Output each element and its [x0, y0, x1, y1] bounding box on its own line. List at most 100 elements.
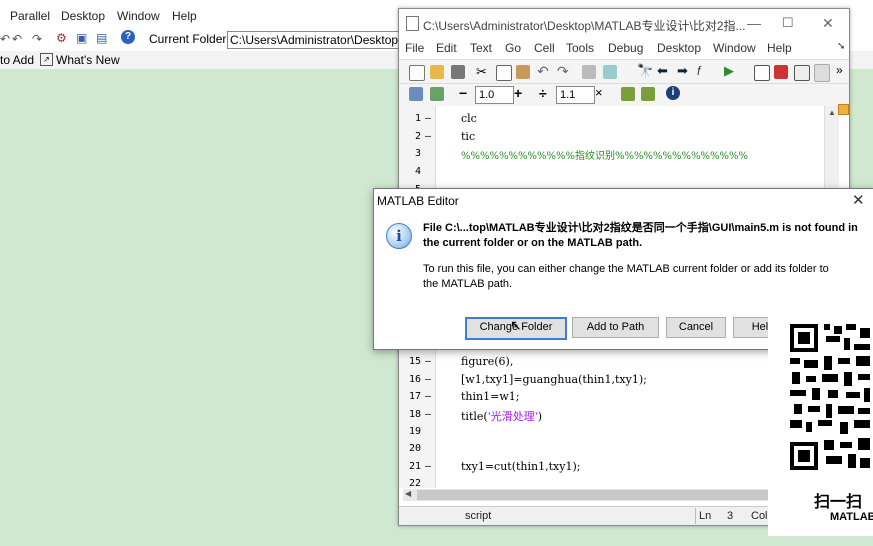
step-icon[interactable] [794, 65, 810, 81]
editor-file-icon [406, 16, 419, 31]
dialog-close-icon[interactable]: ✕ [852, 191, 865, 209]
qr-code-icon [788, 322, 872, 472]
copy-icon[interactable] [496, 65, 512, 81]
simulink-icon[interactable]: ⚙ [56, 31, 67, 45]
mouse-cursor-icon: ↖ [510, 317, 522, 333]
undo-icon-editor[interactable]: ↶ [537, 63, 551, 79]
code-line: thin1=w1; [461, 390, 520, 403]
editor-title: C:\Users\Administrator\Desktop\MATLAB专业设… [423, 19, 746, 33]
code-line: clc [461, 112, 477, 125]
cancel-button[interactable]: Cancel [666, 317, 726, 338]
minimize-icon[interactable]: — [747, 15, 761, 31]
horizontal-scroll-thumb[interactable] [417, 490, 787, 500]
cut-icon[interactable]: ✂ [476, 64, 490, 79]
new-file-icon[interactable] [409, 65, 425, 81]
shortcut-how-to-add[interactable]: to Add [0, 53, 34, 67]
line-dash: — [425, 131, 432, 142]
line-number: 17 [408, 391, 421, 402]
whats-new-icon: ↗ [40, 53, 53, 66]
profiler-icon[interactable]: ▤ [96, 31, 107, 45]
divide-icon[interactable]: ÷ [539, 85, 553, 101]
print-icon[interactable] [582, 65, 596, 79]
line-number: 4 [414, 166, 421, 177]
eval-advance-icon[interactable] [641, 87, 655, 101]
redo-icon-editor[interactable]: ↷ [557, 63, 571, 79]
code-line: tic [461, 130, 476, 143]
cell-decrement-input[interactable]: 1.0 [475, 86, 514, 104]
info-icon[interactable]: i [666, 86, 680, 100]
more-icon[interactable]: » [836, 63, 850, 77]
menu-cell[interactable]: Cell [534, 41, 555, 55]
guide-icon[interactable]: ▣ [76, 31, 87, 45]
line-number: 15 [408, 356, 421, 367]
menu-edit[interactable]: Edit [436, 41, 457, 55]
menu-desktop[interactable]: Desktop [61, 9, 105, 23]
menu-help[interactable]: Help [172, 9, 197, 23]
decrement-icon[interactable]: − [459, 85, 473, 101]
line-number: 16 [408, 374, 421, 385]
cell-increment-input[interactable]: 1.1 [556, 86, 595, 104]
redo-icon[interactable]: ↷ [32, 32, 42, 46]
forward-icon[interactable]: ➡ [677, 63, 691, 78]
qr-caption: 扫一扫 [814, 494, 863, 511]
current-folder-input[interactable]: C:\Users\Administrator\Desktop\ [227, 31, 411, 49]
menu-parallel[interactable]: Parallel [10, 9, 50, 23]
status-ln-label: Ln [699, 510, 712, 522]
insert-cell-icon[interactable] [409, 87, 423, 101]
cell-mode-icon[interactable] [430, 87, 444, 101]
undo-icon-2[interactable]: ↶ [12, 32, 22, 46]
menu-debug[interactable]: Debug [608, 41, 643, 55]
menu-go[interactable]: Go [505, 41, 521, 55]
editor-titlebar[interactable]: C:\Users\Administrator\Desktop\MATLAB专业设… [399, 9, 849, 37]
clear-breakpoints-icon[interactable] [774, 65, 788, 79]
set-breakpoint-icon[interactable] [754, 65, 770, 81]
scroll-left-icon[interactable]: ◀ [405, 489, 411, 498]
menu-file[interactable]: File [405, 41, 424, 55]
menu-text[interactable]: Text [470, 41, 492, 55]
find-icon[interactable]: 🔭 [637, 63, 653, 78]
code-line: figure(6), [461, 355, 514, 368]
find-files-icon[interactable] [603, 65, 617, 79]
status-mode: script [465, 510, 492, 522]
line-dash: — [425, 409, 432, 420]
increment-icon[interactable]: + [514, 85, 528, 101]
stack-dropdown[interactable] [814, 64, 830, 82]
eval-cell-icon[interactable] [621, 87, 635, 101]
back-icon[interactable]: ⬅ [657, 63, 671, 78]
undock-icon[interactable]: ➘ [837, 41, 845, 52]
menu-window[interactable]: Window [117, 9, 160, 23]
undo-icon[interactable]: ↶ [0, 32, 10, 46]
status-col-label: Col [751, 510, 768, 522]
menu-desktop-editor[interactable]: Desktop [657, 41, 701, 55]
shortcut-whats-new[interactable]: What's New [56, 53, 120, 67]
help-icon[interactable]: ? [121, 30, 135, 44]
status-ln-value: 3 [727, 510, 734, 522]
paste-icon[interactable] [516, 65, 530, 79]
line-dash: — [425, 391, 432, 402]
code-line-title: title('光滑处理') [461, 410, 543, 423]
line-dash: — [425, 461, 432, 472]
line-dash: — [425, 356, 432, 367]
line-dash: — [425, 374, 432, 385]
code-analyzer-indicator[interactable] [838, 104, 849, 115]
menu-help-editor[interactable]: Help [767, 41, 792, 55]
current-folder-label: Current Folder: [149, 32, 230, 46]
close-icon[interactable]: ✕ [822, 15, 834, 32]
editor-toolbar-2: − 1.0 + ÷ 1.1 × i [399, 83, 849, 107]
function-icon[interactable]: f [697, 64, 711, 78]
horizontal-scrollbar[interactable]: ◀ [403, 489, 823, 501]
open-folder-icon[interactable] [430, 65, 444, 79]
dialog-message-bold: File C:\...top\MATLAB专业设计\比对2指纹是否同一个手指\G… [423, 222, 858, 249]
add-to-path-button[interactable]: Add to Path [572, 317, 659, 338]
qr-caption-brand: MATLAB [830, 511, 873, 523]
multiply-icon[interactable]: × [595, 85, 609, 100]
code-line: txy1=cut(thin1,txy1); [461, 460, 581, 473]
menu-window-editor[interactable]: Window [713, 41, 756, 55]
menu-tools[interactable]: Tools [566, 41, 594, 55]
save-icon[interactable] [451, 65, 465, 79]
run-icon[interactable]: ▶ [724, 63, 738, 78]
scroll-up-icon[interactable]: ▲ [828, 108, 836, 117]
line-number: 19 [408, 426, 421, 437]
dialog-title: MATLAB Editor [377, 194, 459, 208]
maximize-icon[interactable]: ☐ [782, 15, 794, 31]
